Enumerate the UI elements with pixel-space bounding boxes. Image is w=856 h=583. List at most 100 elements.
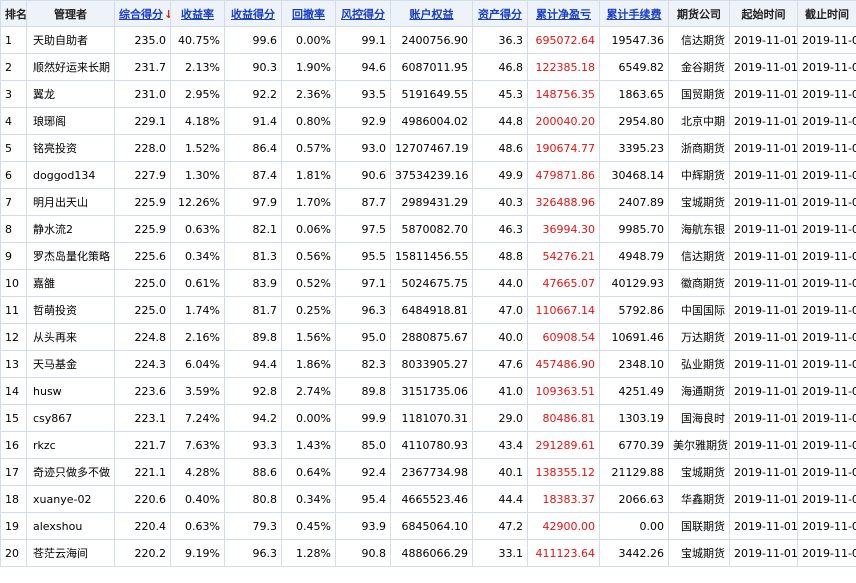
manager-cell[interactable]: 琅琊阁 xyxy=(26,107,115,135)
manager-header-label: 管理者 xyxy=(54,7,87,21)
table-row[interactable]: 10 嘉雒 225.0 0.61% 83.9 0.52% 97.1 5024675.75 44.… xyxy=(0,269,856,297)
asset-score-header-label: 资产得分 xyxy=(478,7,522,21)
manager-cell[interactable]: alexshou xyxy=(26,512,115,540)
manager-cell[interactable]: 翼龙 xyxy=(26,80,115,108)
return-rate-cell: 4.28% xyxy=(170,458,225,486)
net-pnl-cell: 457486.90 xyxy=(527,350,600,378)
drawdown-cell: 1.81% xyxy=(281,161,336,189)
table-row[interactable]: 6 doggod134 227.9 1.30% 87.4 1.81% 90.6 3753423… xyxy=(0,161,856,189)
return-score-cell: 83.9 xyxy=(224,269,282,297)
manager-header: 管理者 xyxy=(26,0,115,27)
table-row[interactable]: 14 husw 223.6 3.59% 92.8 2.74% 89.8 3151735.06 4… xyxy=(0,377,856,405)
return-rate-cell: 3.59% xyxy=(170,377,225,405)
start-date-cell: 2019-11-01 xyxy=(729,296,798,324)
drawdown-cell: 1.86% xyxy=(281,350,336,378)
net-pnl-header[interactable]: 累计净盈亏 xyxy=(527,0,600,27)
net-pnl-cell: 36994.30 xyxy=(527,215,600,243)
asset-score-cell: 47.2 xyxy=(472,512,528,540)
return-rate-cell: 2.95% xyxy=(170,80,225,108)
table-row[interactable]: 8 静水流2 225.9 0.63% 82.1 0.06% 97.5 5870082.70 46… xyxy=(0,215,856,243)
return-rate-cell: 1.30% xyxy=(170,161,225,189)
start-date-cell: 2019-11-01 xyxy=(729,26,798,54)
manager-cell[interactable]: rkzc xyxy=(26,431,115,459)
manager-cell[interactable]: 明月出天山 xyxy=(26,188,115,216)
manager-cell[interactable]: 铭亮投资 xyxy=(26,134,115,162)
manager-cell[interactable]: husw xyxy=(26,377,115,405)
net-pnl-cell: 479871.86 xyxy=(527,161,600,189)
manager-cell[interactable]: doggod134 xyxy=(26,161,115,189)
score-header[interactable]: 综合得分↓ xyxy=(114,0,171,27)
table-row[interactable]: 12 从头再来 224.8 2.16% 89.8 1.56% 95.0 2880875.67 4… xyxy=(0,323,856,351)
score-cell: 223.6 xyxy=(114,377,171,405)
table-row[interactable]: 20 苍茫云海间 220.2 9.19% 96.3 1.28% 90.8 4886066.29… xyxy=(0,539,856,567)
start-date-cell: 2019-11-01 xyxy=(729,269,798,297)
table-row[interactable]: 3 翼龙 231.0 2.95% 92.2 2.36% 93.5 5191649.55 45.3… xyxy=(0,80,856,108)
return-score-cell: 81.7 xyxy=(224,296,282,324)
equity-header[interactable]: 账户权益 xyxy=(390,0,473,27)
table-row[interactable]: 4 琅琊阁 229.1 4.18% 91.4 0.80% 92.9 4986004.02 44.… xyxy=(0,107,856,135)
manager-cell[interactable]: 哲萌投资 xyxy=(26,296,115,324)
table-row[interactable]: 16 rkzc 221.7 7.63% 93.3 1.43% 85.0 4110780.93 4… xyxy=(0,431,856,459)
return-rate-cell: 2.16% xyxy=(170,323,225,351)
risk-score-cell: 93.9 xyxy=(335,512,391,540)
end-date-cell: 2019-11-08 xyxy=(797,134,856,162)
risk-score-header[interactable]: 风控得分 xyxy=(335,0,391,27)
manager-cell[interactable]: 奇迹只做多不做 xyxy=(26,458,115,486)
return-rate-cell: 0.40% xyxy=(170,485,225,513)
manager-cell[interactable]: 罗杰岛量化策略 xyxy=(26,242,115,270)
broker-cell: 宝城期货 xyxy=(668,458,730,486)
table-row[interactable]: 5 铭亮投资 228.0 1.52% 86.4 0.57% 93.0 12707467.19 4… xyxy=(0,134,856,162)
drawdown-cell: 0.25% xyxy=(281,296,336,324)
return-score-header[interactable]: 收益得分 xyxy=(224,0,282,27)
end-date-cell: 2019-11-08 xyxy=(797,269,856,297)
asset-score-header[interactable]: 资产得分 xyxy=(472,0,528,27)
manager-cell[interactable]: 苍茫云海间 xyxy=(26,539,115,567)
broker-cell: 宝城期货 xyxy=(668,188,730,216)
fees-cell: 2348.10 xyxy=(599,350,669,378)
table-row[interactable]: 15 csy867 223.1 7.24% 94.2 0.00% 99.9 1181070.3… xyxy=(0,404,856,432)
start-date-cell: 2019-11-01 xyxy=(729,215,798,243)
table-row[interactable]: 17 奇迹只做多不做 221.1 4.28% 88.6 0.64% 92.4 2367734.… xyxy=(0,458,856,486)
manager-cell[interactable]: 嘉雒 xyxy=(26,269,115,297)
manager-cell[interactable]: 天马基金 xyxy=(26,350,115,378)
return-rate-header[interactable]: 收益率 xyxy=(170,0,225,27)
manager-cell[interactable]: csy867 xyxy=(26,404,115,432)
equity-cell: 3151735.06 xyxy=(390,377,473,405)
net-pnl-cell: 109363.51 xyxy=(527,377,600,405)
equity-cell: 15811456.55 xyxy=(390,242,473,270)
table-row[interactable]: 19 alexshou 220.4 0.63% 79.3 0.45% 93.9 6845064… xyxy=(0,512,856,540)
fees-header[interactable]: 累计手续费 xyxy=(599,0,669,27)
table-row[interactable]: 1 天助自助者 235.0 40.75% 99.6 0.00% 99.1 2400756.90… xyxy=(0,26,856,54)
fees-cell: 40129.93 xyxy=(599,269,669,297)
manager-cell[interactable]: 从头再来 xyxy=(26,323,115,351)
rank-cell: 11 xyxy=(0,296,27,324)
fees-cell: 1303.19 xyxy=(599,404,669,432)
drawdown-cell: 0.00% xyxy=(281,404,336,432)
drawdown-header[interactable]: 回撤率 xyxy=(281,0,336,27)
end-date-cell: 2019-11-08 xyxy=(797,485,856,513)
net-pnl-cell: 326488.96 xyxy=(527,188,600,216)
score-cell: 225.0 xyxy=(114,296,171,324)
end-date-cell: 2019-11-08 xyxy=(797,512,856,540)
manager-cell[interactable]: 顺然好运来长期 xyxy=(26,53,115,81)
manager-cell[interactable]: 静水流2 xyxy=(26,215,115,243)
manager-cell[interactable]: 天助自助者 xyxy=(26,26,115,54)
risk-score-cell: 85.0 xyxy=(335,431,391,459)
table-row[interactable]: 2 顺然好运来长期 231.7 2.13% 90.3 1.90% 94.6 6087011.9… xyxy=(0,53,856,81)
table-row[interactable]: 18 xuanye-02 220.6 0.40% 80.8 0.34% 95.4 466552… xyxy=(0,485,856,513)
score-cell: 224.8 xyxy=(114,323,171,351)
fees-cell: 21129.88 xyxy=(599,458,669,486)
drawdown-cell: 1.28% xyxy=(281,539,336,567)
manager-cell[interactable]: xuanye-02 xyxy=(26,485,115,513)
sort-desc-icon[interactable]: ↓ xyxy=(164,8,170,21)
table-row[interactable]: 9 罗杰岛量化策略 225.6 0.34% 81.3 0.56% 95.5 15811456.… xyxy=(0,242,856,270)
drawdown-cell: 1.70% xyxy=(281,188,336,216)
score-cell: 231.0 xyxy=(114,80,171,108)
rank-cell: 17 xyxy=(0,458,27,486)
broker-cell: 美尔雅期货 xyxy=(668,431,730,459)
drawdown-header-label: 回撤率 xyxy=(292,7,325,21)
table-row[interactable]: 7 明月出天山 225.9 12.26% 97.9 1.70% 87.7 2989431.29… xyxy=(0,188,856,216)
table-row[interactable]: 13 天马基金 224.3 6.04% 94.4 1.86% 82.3 8033905.27 4… xyxy=(0,350,856,378)
start-date-cell: 2019-11-01 xyxy=(729,134,798,162)
table-row[interactable]: 11 哲萌投资 225.0 1.74% 81.7 0.25% 96.3 6484918.81 4… xyxy=(0,296,856,324)
